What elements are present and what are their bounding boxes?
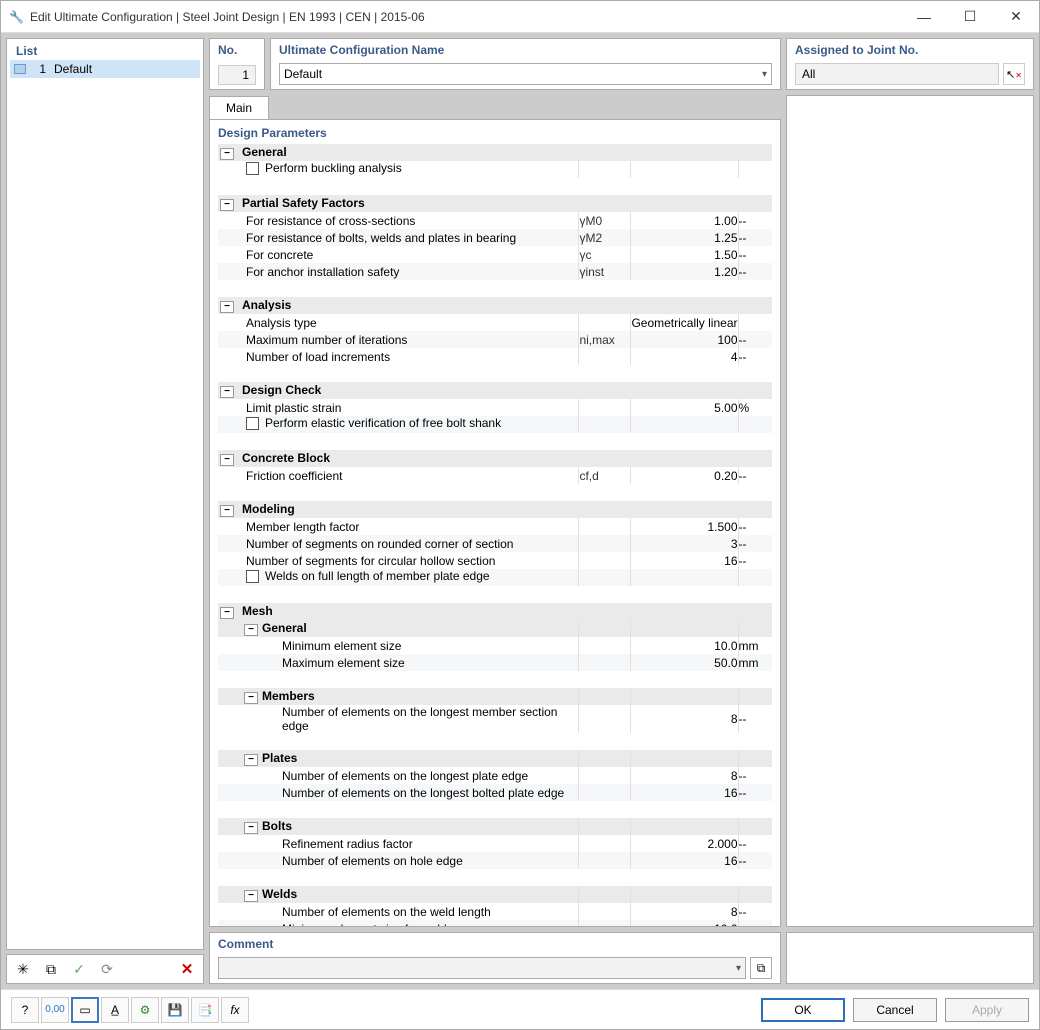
collapse-mesh-bolts[interactable]: − bbox=[244, 822, 258, 834]
chevron-down-icon: ▾ bbox=[736, 963, 741, 974]
list-item-number: 1 bbox=[32, 62, 46, 76]
ok-button[interactable]: OK bbox=[761, 998, 845, 1022]
load-increments-value[interactable]: 4 bbox=[631, 348, 738, 365]
circular-hollow-segments-value[interactable]: 16 bbox=[631, 552, 738, 569]
window-title: Edit Ultimate Configuration | Steel Join… bbox=[30, 10, 901, 24]
refinement-radius-value[interactable]: 2.000 bbox=[631, 835, 738, 852]
function-button[interactable]: fx bbox=[221, 997, 249, 1023]
info-panel bbox=[786, 95, 1034, 927]
chevron-down-icon: ▾ bbox=[762, 69, 767, 80]
comment-label: Comment bbox=[218, 937, 772, 951]
plastic-strain-value[interactable]: 5.00 bbox=[631, 399, 738, 416]
view-button[interactable]: ▭ bbox=[71, 997, 99, 1023]
pick-joint-button[interactable]: ↖✕ bbox=[1003, 63, 1025, 85]
maximize-button[interactable]: ☐ bbox=[947, 1, 993, 33]
design-params-title: Design Parameters bbox=[218, 126, 772, 140]
tab-main[interactable]: Main bbox=[209, 96, 269, 119]
list-item-label: Default bbox=[54, 62, 92, 76]
rounded-corner-segments-value[interactable]: 3 bbox=[631, 535, 738, 552]
config-name-box: Ultimate Configuration Name Default ▾ bbox=[270, 38, 781, 90]
page-icon: ▭ bbox=[79, 1003, 90, 1017]
collapse-general[interactable]: − bbox=[220, 148, 234, 160]
config-name-value: Default bbox=[284, 67, 762, 81]
gear-icon: ⚙ bbox=[140, 1003, 151, 1017]
number-box: No. 1 bbox=[209, 38, 265, 90]
app-icon: 🔧 bbox=[9, 10, 24, 24]
joint-assign-box: Assigned to Joint No. All ↖✕ bbox=[786, 38, 1034, 90]
number-value: 1 bbox=[218, 65, 256, 85]
list-item-icon bbox=[14, 64, 26, 74]
save-icon: 💾 bbox=[168, 1003, 183, 1017]
units-icon: 0,00 bbox=[45, 1004, 64, 1015]
help-button[interactable]: ? bbox=[11, 997, 39, 1023]
analysis-type-value[interactable]: Geometrically linear bbox=[631, 314, 738, 331]
hole-edge-elements-value[interactable]: 16 bbox=[631, 852, 738, 869]
calculate-button[interactable]: ⚙ bbox=[131, 997, 159, 1023]
comment-box: Comment ▾ ⧉ bbox=[209, 932, 781, 984]
number-label: No. bbox=[218, 43, 256, 57]
welds-full-length-checkbox[interactable] bbox=[246, 570, 259, 583]
comment-library-button[interactable]: ⧉ bbox=[750, 957, 772, 979]
gamma-c-value[interactable]: 1.50 bbox=[631, 246, 738, 263]
reset-button[interactable]: ⟳ bbox=[95, 958, 119, 980]
cursor-icon: ↖✕ bbox=[1006, 68, 1022, 81]
footer: ? 0,00 ▭ A̲ ⚙ 💾 📑 fx OK Cancel Apply bbox=[1, 989, 1039, 1029]
collapse-mesh-general[interactable]: − bbox=[244, 624, 258, 636]
report-icon: 📑 bbox=[198, 1003, 213, 1017]
collapse-modeling[interactable]: − bbox=[220, 505, 234, 517]
cancel-button[interactable]: Cancel bbox=[853, 998, 937, 1022]
collapse-mesh-welds[interactable]: − bbox=[244, 890, 258, 902]
apply-check-button[interactable]: ✓ bbox=[67, 958, 91, 980]
delete-item-button[interactable]: ✕ bbox=[175, 958, 199, 980]
list-panel: List 1 Default bbox=[6, 38, 204, 950]
units-button[interactable]: 0,00 bbox=[41, 997, 69, 1023]
report-button[interactable]: 📑 bbox=[191, 997, 219, 1023]
weld-min-size-value[interactable]: 10.0 bbox=[631, 920, 738, 927]
list-toolbar: ✳ ⧉ ✓ ⟳ ✕ bbox=[6, 954, 204, 984]
main-tab-content: Design Parameters −General Perform buckl… bbox=[209, 119, 781, 927]
config-name-select[interactable]: Default ▾ bbox=[279, 63, 772, 85]
params-grid: −General Perform buckling analysis −Part… bbox=[218, 144, 772, 927]
friction-coef-value[interactable]: 0.20 bbox=[631, 467, 738, 484]
comment-combo[interactable]: ▾ bbox=[218, 957, 746, 979]
list-item-default[interactable]: 1 Default bbox=[10, 60, 200, 78]
new-item-button[interactable]: ✳ bbox=[11, 958, 35, 980]
member-length-factor-value[interactable]: 1.500 bbox=[631, 518, 738, 535]
collapse-concrete[interactable]: − bbox=[220, 454, 234, 466]
collapse-psf[interactable]: − bbox=[220, 199, 234, 211]
list-header: List bbox=[10, 42, 200, 60]
apply-button[interactable]: Apply bbox=[945, 998, 1029, 1022]
max-element-size-value[interactable]: 50.0 bbox=[631, 654, 738, 671]
buckling-checkbox[interactable] bbox=[246, 162, 259, 175]
joint-assign-input[interactable]: All bbox=[795, 63, 999, 85]
collapse-design-check[interactable]: − bbox=[220, 386, 234, 398]
collapse-mesh-members[interactable]: − bbox=[244, 692, 258, 704]
font-icon: A̲ bbox=[111, 1003, 119, 1017]
elastic-verification-checkbox[interactable] bbox=[246, 417, 259, 430]
close-button[interactable]: ✕ bbox=[993, 1, 1039, 33]
empty-panel bbox=[786, 932, 1034, 984]
library-icon: ⧉ bbox=[757, 961, 766, 976]
plate-edge-elements-value[interactable]: 8 bbox=[631, 767, 738, 784]
collapse-mesh[interactable]: − bbox=[220, 607, 234, 619]
joint-assign-label: Assigned to Joint No. bbox=[795, 43, 1025, 57]
min-element-size-value[interactable]: 10.0 bbox=[631, 637, 738, 654]
gamma-inst-value[interactable]: 1.20 bbox=[631, 263, 738, 280]
save-button[interactable]: 💾 bbox=[161, 997, 189, 1023]
collapse-analysis[interactable]: − bbox=[220, 301, 234, 313]
bolted-plate-edge-elements-value[interactable]: 16 bbox=[631, 784, 738, 801]
collapse-mesh-plates[interactable]: − bbox=[244, 754, 258, 766]
gamma-m2-value[interactable]: 1.25 bbox=[631, 229, 738, 246]
font-button[interactable]: A̲ bbox=[101, 997, 129, 1023]
help-icon: ? bbox=[22, 1003, 29, 1017]
function-icon: fx bbox=[230, 1003, 239, 1017]
weld-length-elements-value[interactable]: 8 bbox=[631, 903, 738, 920]
config-name-label: Ultimate Configuration Name bbox=[279, 43, 772, 57]
members-edge-elements-value[interactable]: 8 bbox=[631, 705, 738, 733]
minimize-button[interactable]: — bbox=[901, 1, 947, 33]
copy-item-button[interactable]: ⧉ bbox=[39, 958, 63, 980]
max-iterations-value[interactable]: 100 bbox=[631, 331, 738, 348]
gamma-m0-value[interactable]: 1.00 bbox=[631, 212, 738, 229]
titlebar: 🔧 Edit Ultimate Configuration | Steel Jo… bbox=[1, 1, 1039, 33]
